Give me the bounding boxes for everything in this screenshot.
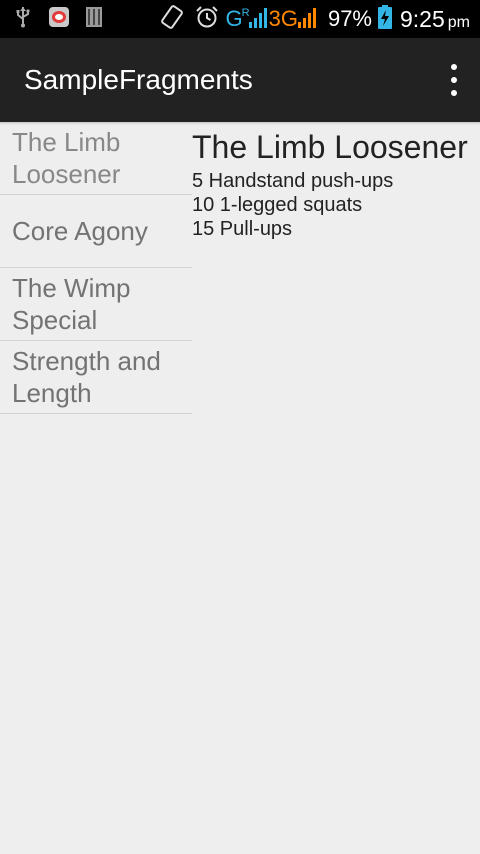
exercise-item: 10 1-legged squats: [192, 194, 363, 216]
overflow-dot: [451, 77, 457, 83]
usb-icon: [16, 6, 30, 32]
system-icons: GR 3G 97% 9:25 pm: [161, 5, 470, 33]
exercise-item: 15 Pull-ups: [192, 218, 293, 240]
list-item-label: The Wimp Special: [12, 273, 131, 335]
list-item-label: Strength and Length: [12, 346, 161, 408]
list-item-limb-loosener[interactable]: The Limb Loosener: [0, 122, 192, 195]
detail-title: The Limb Loosener: [192, 129, 468, 165]
signal-icon: [297, 6, 320, 32]
workout-list: The Limb Loosener Core Agony The Wimp Sp…: [0, 122, 192, 414]
workout-detail: The Limb Loosener 5 Handstand push-ups 1…: [192, 122, 480, 241]
battery-charging-icon: [378, 5, 392, 33]
screen-rotation-icon: [161, 5, 184, 33]
network-type-3g: 3G: [268, 6, 298, 31]
alarm-icon: [195, 5, 219, 33]
sd-card-icon: [86, 7, 102, 31]
list-item-core-agony[interactable]: Core Agony: [0, 195, 192, 268]
message-icon: [48, 6, 70, 32]
notification-icons: [16, 7, 102, 31]
signal-icon: [248, 6, 267, 32]
clock: 9:25 pm: [400, 5, 470, 32]
list-item-label: The Limb Loosener: [12, 127, 121, 189]
exercise-list: 5 Handstand push-ups 10 1-legged squats …: [192, 169, 480, 241]
list-item-label: Core Agony: [12, 216, 148, 246]
exercise-item: 5 Handstand push-ups: [192, 170, 394, 192]
network-type-g: GR: [225, 6, 249, 32]
battery-percent: 97%: [327, 6, 372, 31]
list-item-wimp-special[interactable]: The Wimp Special: [0, 268, 192, 341]
overflow-dot: [451, 64, 457, 70]
action-bar: SampleFragments: [0, 38, 480, 122]
clock-ampm: pm: [447, 13, 470, 31]
more-vertical-icon[interactable]: [446, 64, 462, 96]
list-item-strength-and-length[interactable]: Strength and Length: [0, 341, 192, 414]
status-bar: GR 3G 97% 9:25 pm: [0, 0, 480, 38]
roaming-indicator: R: [241, 7, 250, 19]
overflow-dot: [451, 90, 457, 96]
app-title: SampleFragments: [24, 64, 253, 95]
